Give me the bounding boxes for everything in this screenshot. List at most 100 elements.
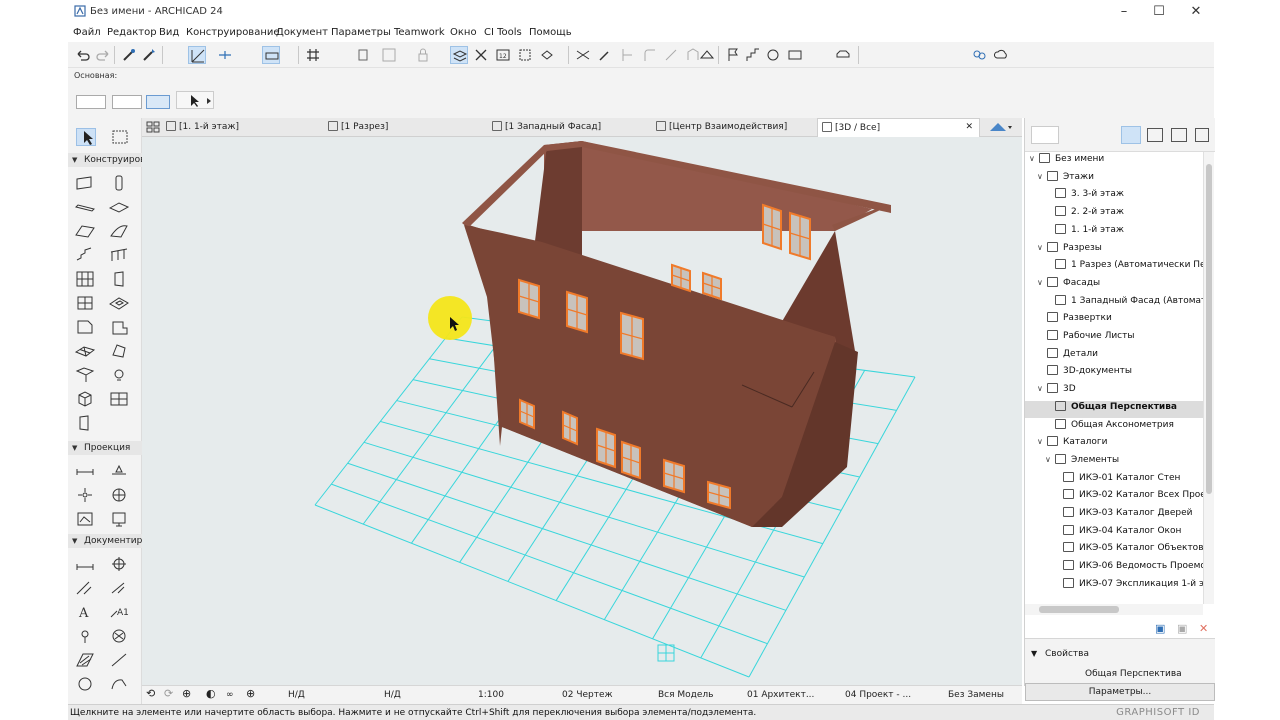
tree-item[interactable]: 3. 3-й этаж [1025, 188, 1203, 205]
tree-item[interactable]: ИКЭ-01 Каталог Стен [1025, 471, 1203, 489]
rotated-marquee-toggle[interactable] [146, 95, 170, 109]
close-tab-icon[interactable]: ✕ [965, 122, 973, 132]
tree-item[interactable]: 1 Западный Фасад (Автоматич [1025, 294, 1203, 312]
navigator-mode-dropdown[interactable] [1031, 126, 1059, 144]
stair-tool-icon[interactable] [74, 246, 96, 264]
adjust-icon[interactable] [662, 46, 680, 64]
nd-field-1[interactable]: Н/Д [288, 690, 305, 700]
fill-tool-icon[interactable] [74, 651, 96, 669]
navigator-horizontal-scrollbar[interactable] [1025, 604, 1203, 615]
tab-overview-icon[interactable] [146, 121, 160, 133]
minimize-icon[interactable]: – [1106, 2, 1142, 22]
tab-elevation[interactable]: [1 Западный Фасад] [492, 118, 601, 137]
fillet-icon[interactable] [640, 46, 658, 64]
corner-window-tool-icon[interactable] [74, 414, 96, 432]
car-icon[interactable] [834, 46, 852, 64]
tree-item[interactable]: 1. 1-й этаж [1025, 223, 1203, 241]
tree-item[interactable]: ∨ Этажи [1025, 170, 1203, 188]
elevation-tool-icon[interactable] [108, 462, 130, 480]
publish-icon[interactable] [786, 46, 804, 64]
tree-item[interactable]: ∨ Разрезы [1025, 241, 1203, 259]
3d-viewport[interactable] [142, 137, 1022, 685]
marquee-type-dropdown[interactable] [112, 95, 142, 109]
fit-window-icon[interactable]: ⊕ [246, 687, 255, 700]
trim-icon[interactable] [574, 46, 592, 64]
snap-guides-icon[interactable] [216, 46, 234, 64]
walk-icon[interactable]: ∞ [226, 690, 234, 700]
detail-tool-icon[interactable] [74, 510, 96, 528]
grid-snap-icon[interactable] [304, 46, 322, 64]
zone-stamp-tool-icon[interactable] [74, 627, 96, 645]
label-tool-icon[interactable]: A1 [108, 603, 130, 621]
layer-settings-icon[interactable] [450, 46, 468, 64]
properties-collapse-icon[interactable]: ▼ [1031, 649, 1037, 658]
revision-cloud-tool-icon[interactable] [108, 627, 130, 645]
selection-method-dropdown[interactable] [76, 95, 106, 109]
tree-item[interactable]: Общая Перспектива [1025, 400, 1203, 418]
tree-item[interactable]: Рабочие Листы [1025, 330, 1203, 347]
roof-icon[interactable] [698, 46, 716, 64]
tree-item[interactable]: Детали [1025, 347, 1203, 365]
circle-tool-icon[interactable] [74, 675, 96, 693]
interior-elevation-tool-icon[interactable] [74, 486, 96, 504]
tree-item[interactable]: ∨ Без имени [1025, 153, 1203, 170]
menu-document[interactable]: Документ [276, 27, 328, 38]
level-dimension-tool-icon[interactable] [108, 555, 130, 573]
tab-list-icon[interactable] [988, 121, 1012, 133]
close-icon[interactable]: ✕ [1178, 2, 1214, 22]
scale-field[interactable]: 1:100 [478, 690, 504, 700]
object-tool-icon[interactable] [108, 318, 130, 336]
tab-floor-plan[interactable]: [1. 1-й этаж] [166, 118, 239, 137]
tree-item[interactable]: Развертки [1025, 312, 1203, 329]
expand-arrow-icon[interactable]: ∨ [1029, 154, 1039, 163]
polyline-tool-icon[interactable] [108, 675, 130, 693]
orbit-icon[interactable]: ⟲ [146, 687, 155, 700]
expand-arrow-icon[interactable]: ∨ [1037, 278, 1047, 287]
shell-tool-icon[interactable] [108, 222, 130, 240]
navigator-vertical-scrollbar[interactable] [1203, 152, 1214, 604]
railing-tool-icon[interactable] [108, 246, 130, 264]
inject-parameters-icon[interactable] [140, 46, 158, 64]
tree-item[interactable]: ИКЭ-06 Ведомость Проемов [1025, 560, 1203, 577]
tree-item[interactable]: ∨ Каталоги [1025, 436, 1203, 453]
expand-arrow-icon[interactable]: ∨ [1037, 243, 1047, 252]
graphic-override-field[interactable]: Без Замены [948, 690, 1004, 700]
tab-collaboration-center[interactable]: [Центр Взаимодействия] [656, 118, 787, 137]
menu-options[interactable]: Параметры [331, 27, 391, 38]
redo-icon[interactable] [94, 46, 112, 64]
layout-book-icon[interactable] [1171, 128, 1187, 142]
furniture-tool-icon[interactable] [74, 390, 96, 408]
radial-dimension-tool-icon[interactable] [74, 579, 96, 597]
group-icon[interactable] [380, 46, 398, 64]
maximize-icon[interactable]: ☐ [1141, 2, 1177, 22]
roof-tool-icon[interactable] [74, 222, 96, 240]
3d-view-icon[interactable] [354, 46, 372, 64]
change-tool-icon[interactable] [108, 510, 130, 528]
selection-cross-icon[interactable] [472, 46, 490, 64]
orbit-view-icon[interactable]: ◐ [206, 687, 216, 700]
wall-tool-icon[interactable] [74, 174, 96, 192]
expand-arrow-icon[interactable]: ∨ [1037, 384, 1047, 393]
opening-tool-icon[interactable] [74, 318, 96, 336]
clone-view-icon[interactable]: ▣ [1177, 622, 1187, 635]
arrow-tool-icon[interactable] [76, 128, 96, 146]
line-tool-icon[interactable] [108, 651, 130, 669]
morph-tool-icon[interactable] [108, 342, 130, 360]
teamwork-icon[interactable] [970, 46, 988, 64]
project-map-icon[interactable] [1121, 126, 1141, 144]
layer-combination-field[interactable]: 02 Чертеж [562, 690, 613, 700]
flag-icon[interactable] [724, 46, 742, 64]
menu-window[interactable]: Окно [450, 27, 477, 38]
design-section-header[interactable]: ▼ Конструиров [68, 153, 145, 167]
nd-field-2[interactable]: Н/Д [384, 690, 401, 700]
lamp-tool-icon[interactable] [108, 366, 130, 384]
renovation-filter-field[interactable]: 04 Проект - ... [845, 690, 911, 700]
bimcloud-icon[interactable] [992, 46, 1010, 64]
tree-item[interactable]: ∨ Фасады [1025, 276, 1203, 294]
door-tool-icon[interactable] [108, 270, 130, 288]
pen-set-field[interactable]: 01 Архитект... [747, 690, 814, 700]
menu-view[interactable]: Вид [159, 27, 179, 38]
offset-icon[interactable] [618, 46, 636, 64]
menu-file[interactable]: Файл [73, 27, 101, 38]
graphisoft-id-link[interactable]: GRAPHISOFT ID [1116, 707, 1200, 718]
